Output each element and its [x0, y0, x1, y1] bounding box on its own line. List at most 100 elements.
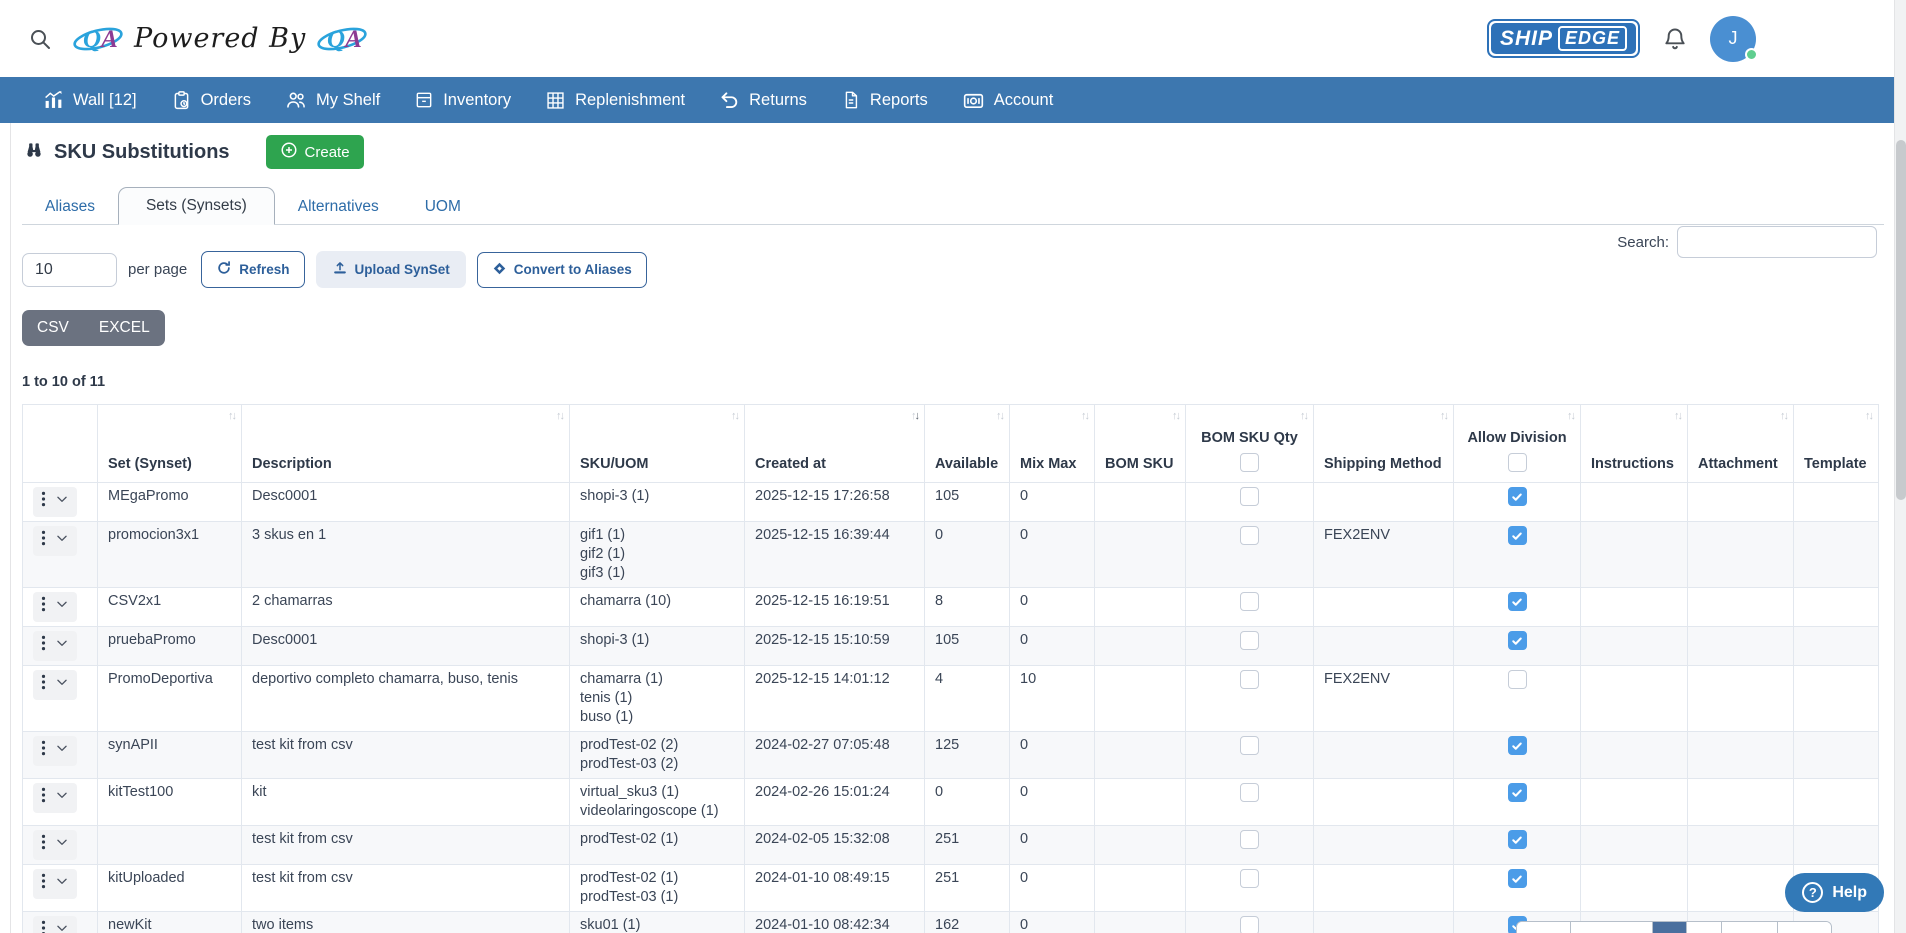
help-button[interactable]: ? Help	[1785, 873, 1884, 912]
col-header-description[interactable]: ↑↓Description	[242, 405, 570, 483]
page-button-first[interactable]: First	[1517, 922, 1570, 933]
tab-sets-synsets[interactable]: Sets (Synsets)	[118, 187, 275, 225]
col-header-created-at[interactable]: ↑↓Created at	[745, 405, 925, 483]
cell-bom-sku-qty	[1186, 826, 1314, 865]
convert-to-aliases-button[interactable]: Convert to Aliases	[477, 252, 647, 288]
nav-item-orders[interactable]: Orders	[154, 77, 268, 123]
row-menu-icon[interactable]	[41, 530, 46, 552]
bom-sku-qty-checkbox[interactable]	[1240, 783, 1259, 802]
tab-alternatives[interactable]: Alternatives	[275, 189, 402, 225]
row-menu-icon[interactable]	[41, 873, 46, 895]
nav-item-replenishment[interactable]: Replenishment	[528, 77, 702, 123]
page-button-1[interactable]: 1	[1652, 922, 1687, 933]
online-status-dot	[1745, 48, 1758, 61]
bom-sku-qty-checkbox[interactable]	[1240, 487, 1259, 506]
row-expand-chevron-icon[interactable]	[55, 675, 69, 695]
row-expand-chevron-icon[interactable]	[55, 741, 69, 761]
nav-item-wall-12[interactable]: Wall [12]	[26, 77, 154, 123]
col-header-shipping-method[interactable]: ↑↓Shipping Method	[1314, 405, 1454, 483]
tab-aliases[interactable]: Aliases	[22, 189, 118, 225]
bom-sku-qty-checkbox[interactable]	[1240, 670, 1259, 689]
allow-division-checkbox[interactable]	[1508, 736, 1527, 755]
page-button-previous[interactable]: Previous	[1570, 922, 1651, 933]
row-expand-chevron-icon[interactable]	[55, 921, 69, 933]
cell-mix-max: 0	[1010, 483, 1095, 522]
allow-division-checkbox[interactable]	[1508, 631, 1527, 650]
col-header-allow-division[interactable]: ↑↓Allow Division	[1454, 405, 1581, 483]
allow-division-checkbox[interactable]	[1508, 869, 1527, 888]
nav-item-reports[interactable]: Reports	[824, 77, 945, 123]
nav-item-returns[interactable]: Returns	[702, 77, 824, 123]
search-input[interactable]	[1677, 226, 1877, 258]
bom-sku-qty-checkbox[interactable]	[1240, 916, 1259, 933]
user-avatar[interactable]: J	[1710, 16, 1756, 62]
allow-division-checkbox[interactable]	[1508, 830, 1527, 849]
page-button-2[interactable]: 2	[1686, 922, 1721, 933]
tab-uom[interactable]: UOM	[402, 189, 484, 225]
row-menu-icon[interactable]	[41, 491, 46, 513]
cell-shipping-method	[1314, 826, 1454, 865]
notifications-bell-icon[interactable]	[1662, 26, 1688, 52]
row-menu-icon[interactable]	[41, 787, 46, 809]
upload-synset-button[interactable]: Upload SynSet	[316, 251, 466, 288]
row-expand-chevron-icon[interactable]	[55, 636, 69, 656]
bom-sku-qty-checkbox[interactable]	[1240, 736, 1259, 755]
allow-division-header-checkbox[interactable]	[1508, 453, 1527, 472]
row-expand-chevron-icon[interactable]	[55, 597, 69, 617]
csv-export-button[interactable]: CSV	[22, 310, 84, 346]
create-button[interactable]: Create	[266, 135, 364, 169]
powered-by-logo: QA Powered By QA	[72, 16, 368, 61]
refresh-button[interactable]: Refresh	[201, 251, 304, 288]
page-button-last[interactable]: Last	[1777, 922, 1830, 933]
search-icon[interactable]	[28, 27, 52, 51]
row-menu-icon[interactable]	[41, 635, 46, 657]
column-label: Template	[1804, 456, 1867, 472]
row-expand-chevron-icon[interactable]	[55, 492, 69, 512]
cell-sku-uom: chamarra (10)	[570, 588, 745, 627]
cell-bom-sku-qty	[1186, 865, 1314, 912]
col-header-available[interactable]: ↑↓Available	[925, 405, 1010, 483]
column-label: Mix Max	[1020, 456, 1076, 472]
bom-sku-qty-checkbox[interactable]	[1240, 592, 1259, 611]
refresh-icon	[216, 260, 232, 279]
row-menu-icon[interactable]	[41, 674, 46, 696]
nav-item-account[interactable]: Account	[945, 77, 1071, 123]
row-expand-chevron-icon[interactable]	[55, 874, 69, 894]
cell-allow-division	[1454, 826, 1581, 865]
col-header-sku-uom[interactable]: ↑↓SKU/UOM	[570, 405, 745, 483]
col-header-instructions[interactable]: ↑↓Instructions	[1581, 405, 1688, 483]
allow-division-checkbox[interactable]	[1508, 487, 1527, 506]
col-header-bom-sku[interactable]: ↑↓BOM SKU	[1095, 405, 1186, 483]
bom-sku-qty-header-checkbox[interactable]	[1240, 453, 1259, 472]
cell-instructions	[1581, 627, 1688, 666]
sort-icon: ↑↓	[1674, 410, 1681, 422]
nav-item-my-shelf[interactable]: My Shelf	[268, 77, 397, 123]
row-menu-icon[interactable]	[41, 596, 46, 618]
scrollbar-thumb[interactable]	[1896, 140, 1906, 500]
row-menu-icon[interactable]	[41, 920, 46, 933]
row-expand-chevron-icon[interactable]	[55, 531, 69, 551]
row-menu-icon[interactable]	[41, 834, 46, 856]
col-header-bom-sku-qty[interactable]: ↑↓BOM SKU Qty	[1186, 405, 1314, 483]
col-header-mix-max[interactable]: ↑↓Mix Max	[1010, 405, 1095, 483]
page-button-next[interactable]: Next	[1721, 922, 1777, 933]
bom-sku-qty-checkbox[interactable]	[1240, 830, 1259, 849]
allow-division-checkbox[interactable]	[1508, 783, 1527, 802]
excel-export-button[interactable]: EXCEL	[84, 310, 165, 346]
bom-sku-qty-checkbox[interactable]	[1240, 869, 1259, 888]
per-page-input[interactable]	[22, 253, 117, 287]
row-menu-icon[interactable]	[41, 740, 46, 762]
nav-item-inventory[interactable]: Inventory	[397, 77, 528, 123]
row-expand-chevron-icon[interactable]	[55, 835, 69, 855]
bom-sku-qty-checkbox[interactable]	[1240, 631, 1259, 650]
allow-division-checkbox[interactable]	[1508, 592, 1527, 611]
col-header-set-synset[interactable]: ↑↓Set (Synset)	[98, 405, 242, 483]
bom-sku-qty-checkbox[interactable]	[1240, 526, 1259, 545]
row-actions	[33, 631, 77, 661]
allow-division-checkbox[interactable]	[1508, 670, 1527, 689]
row-expand-chevron-icon[interactable]	[55, 788, 69, 808]
allow-division-checkbox[interactable]	[1508, 526, 1527, 545]
col-header-template[interactable]: ↑↓Template	[1794, 405, 1879, 483]
cell-sku-uom: sku01 (1)prodTest-03 (1)	[570, 912, 745, 933]
col-header-attachment[interactable]: ↑↓Attachment	[1688, 405, 1794, 483]
